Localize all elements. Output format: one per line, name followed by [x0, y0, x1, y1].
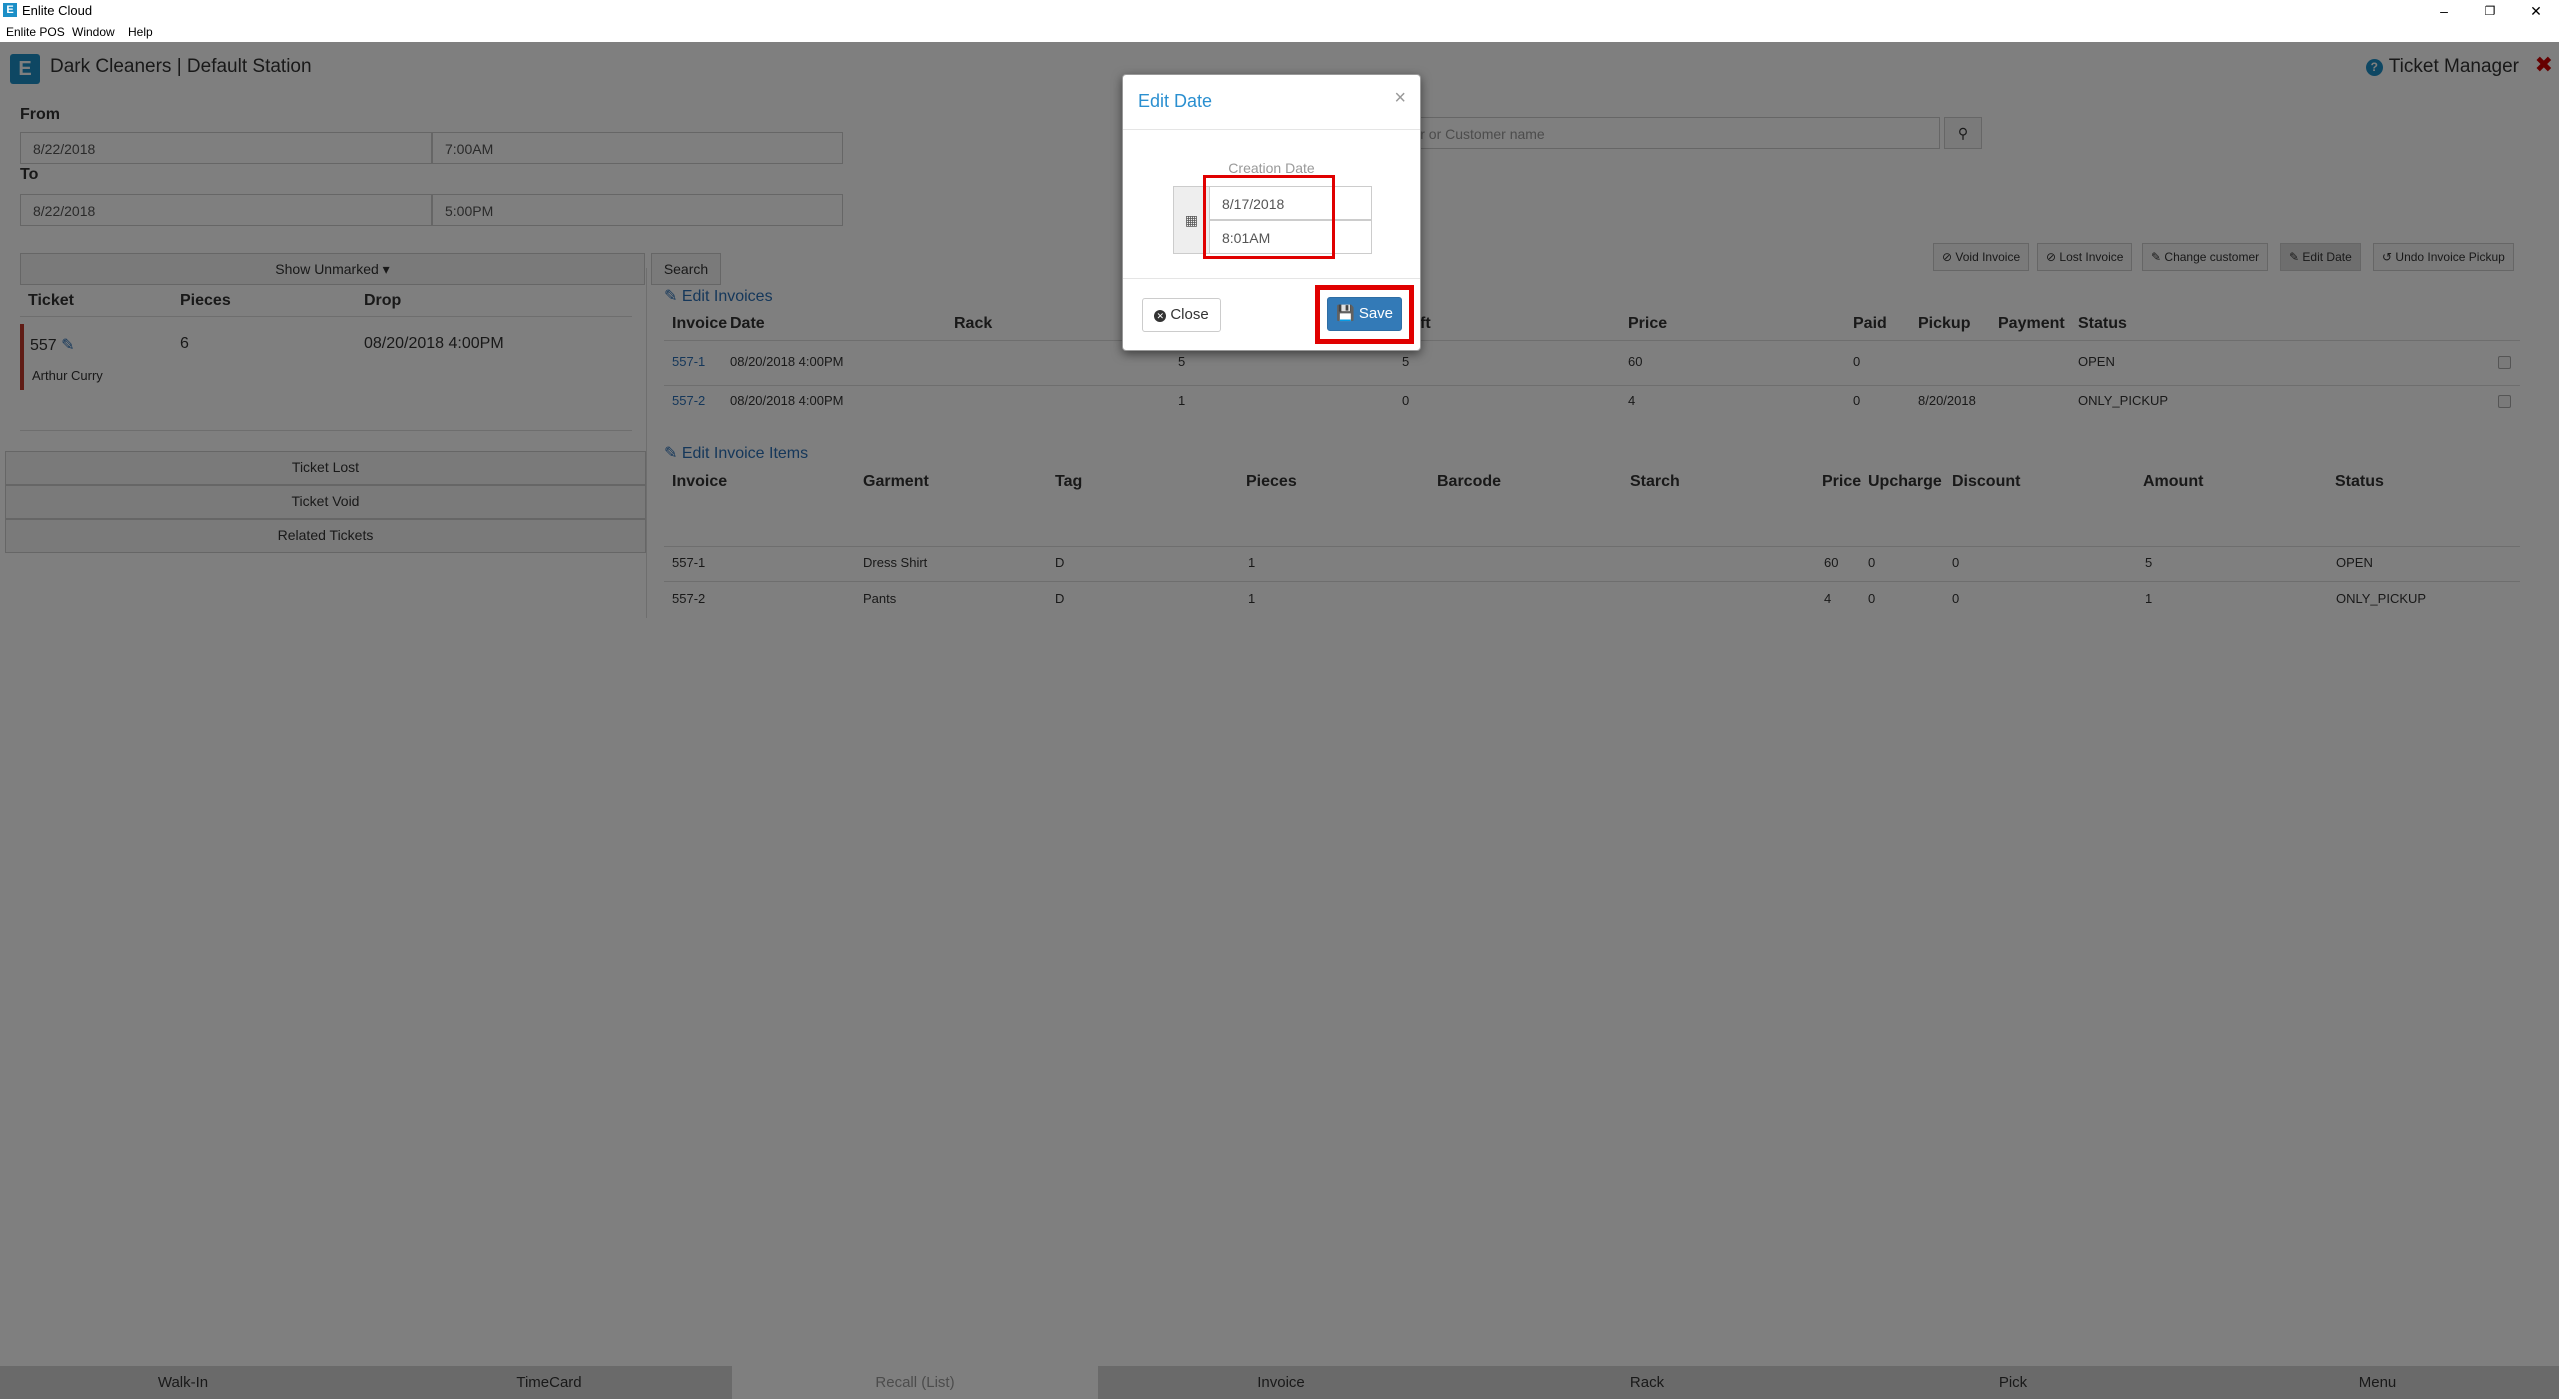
close-button-label: Close [1170, 306, 1209, 323]
close-button[interactable]: ✕ Close [1142, 298, 1221, 332]
menu-help[interactable]: Help [128, 25, 153, 39]
close-circle-icon: ✕ [1154, 310, 1167, 322]
divider [1123, 129, 1420, 130]
window-titlebar: E Enlite Cloud – ❐ ✕ [0, 0, 2559, 22]
divider [1123, 278, 1420, 279]
modal-title: Edit Date [1138, 91, 1213, 111]
restore-icon[interactable]: ❐ [2467, 0, 2513, 22]
floppy-disk-icon: 💾 [1335, 305, 1355, 322]
window-title: Enlite Cloud [22, 3, 93, 18]
app-logo-icon: E [3, 3, 17, 17]
modal-close-icon[interactable]: × [1394, 87, 1406, 110]
edit-date-dialog: Edit Date × Creation Date ▦ 8/17/2018 8:… [1122, 74, 1421, 351]
save-button[interactable]: 💾 Save [1327, 297, 1402, 331]
highlight-box [1203, 175, 1335, 259]
save-button-label: Save [1358, 305, 1394, 322]
creation-date-label: Creation Date [1228, 160, 1315, 176]
window-close-icon[interactable]: ✕ [2513, 0, 2559, 22]
menu-bar: Enlite POS Window Help [0, 22, 2559, 42]
minimize-icon[interactable]: – [2421, 0, 2467, 22]
menu-window[interactable]: Window [72, 25, 115, 39]
menu-enlite-pos[interactable]: Enlite POS [6, 25, 65, 39]
